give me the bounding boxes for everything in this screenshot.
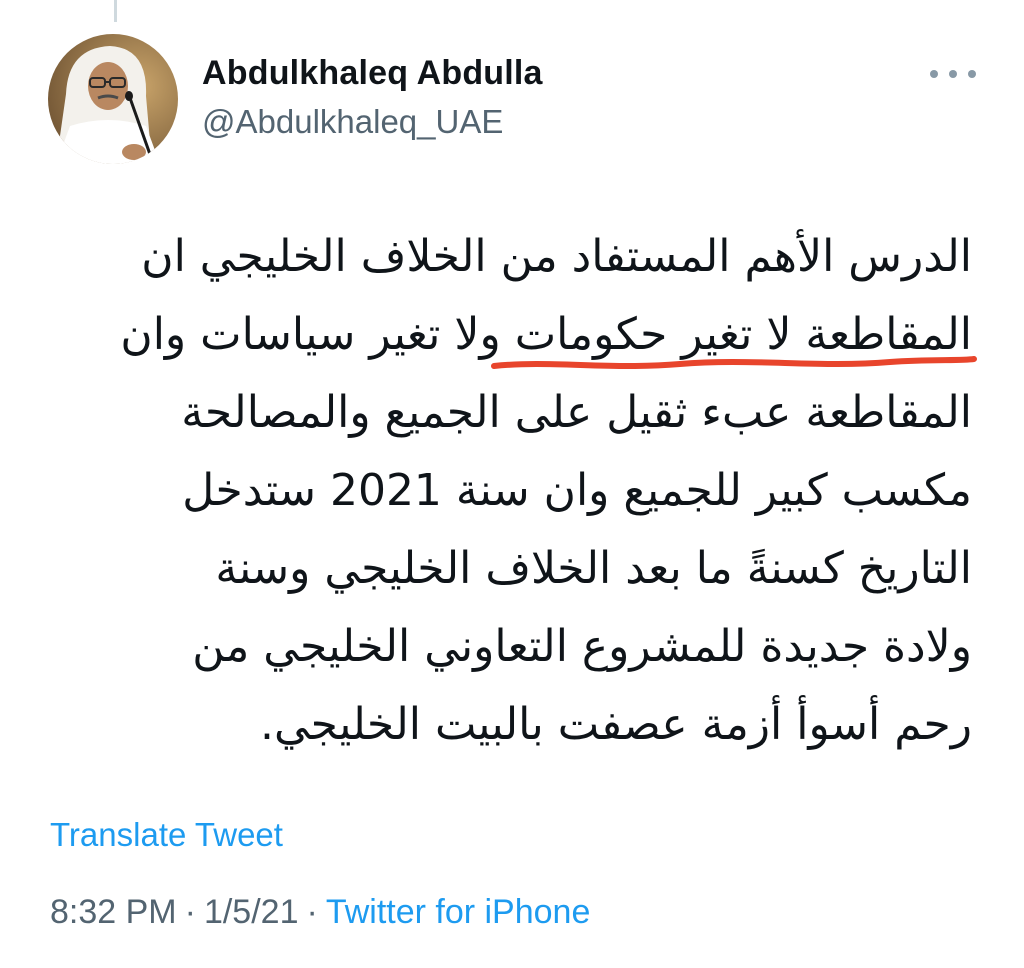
more-dots-icon	[930, 70, 938, 78]
tweet-text: الدرس الأهم المستفاد من الخلاف الخليجي ا…	[40, 218, 972, 764]
tweet-text-line: رحم أسوأ أزمة عصفت بالبيت الخليجي.	[260, 699, 972, 750]
author-handle[interactable]: @Abdulkhaleq_UAE	[202, 103, 503, 141]
author-display-name[interactable]: Abdulkhaleq Abdulla	[202, 54, 543, 93]
tweet-time[interactable]: 8:32 PM	[50, 893, 177, 931]
user-avatar-photo-icon	[48, 34, 178, 164]
tweet-date[interactable]: 1/5/21	[204, 893, 299, 931]
more-dots-icon	[949, 70, 957, 78]
tweet-source-link[interactable]: Twitter for iPhone	[326, 893, 591, 931]
thread-connector-line	[114, 0, 117, 22]
meta-separator: ·	[306, 893, 318, 931]
tweet-meta: 8:32 PM · 1/5/21 · Twitter for iPhone	[50, 893, 590, 932]
tweet-text-line: التاريخ كسنةً ما بعد الخلاف الخليجي وسنة	[215, 543, 972, 594]
tweet-text-line: المقاطعة عبء ثقيل على الجميع والمصالحة	[181, 387, 972, 438]
tweet-text-line: ولادة جديدة للمشروع التعاوني الخليجي من	[192, 621, 972, 672]
more-options-button[interactable]	[930, 60, 976, 88]
translate-tweet-link[interactable]: Translate Tweet	[50, 816, 283, 854]
tweet-text-line: المقاطعة لا تغير حكومات ولا تغير سياسات …	[120, 309, 972, 360]
tweet-text-line: الدرس الأهم المستفاد من الخلاف الخليجي ا…	[141, 231, 972, 282]
tweet-text-line: مكسب كبير للجميع وان سنة 2021 ستدخل	[182, 465, 972, 516]
avatar[interactable]	[48, 34, 178, 164]
more-dots-icon	[968, 70, 976, 78]
meta-separator: ·	[184, 893, 196, 931]
